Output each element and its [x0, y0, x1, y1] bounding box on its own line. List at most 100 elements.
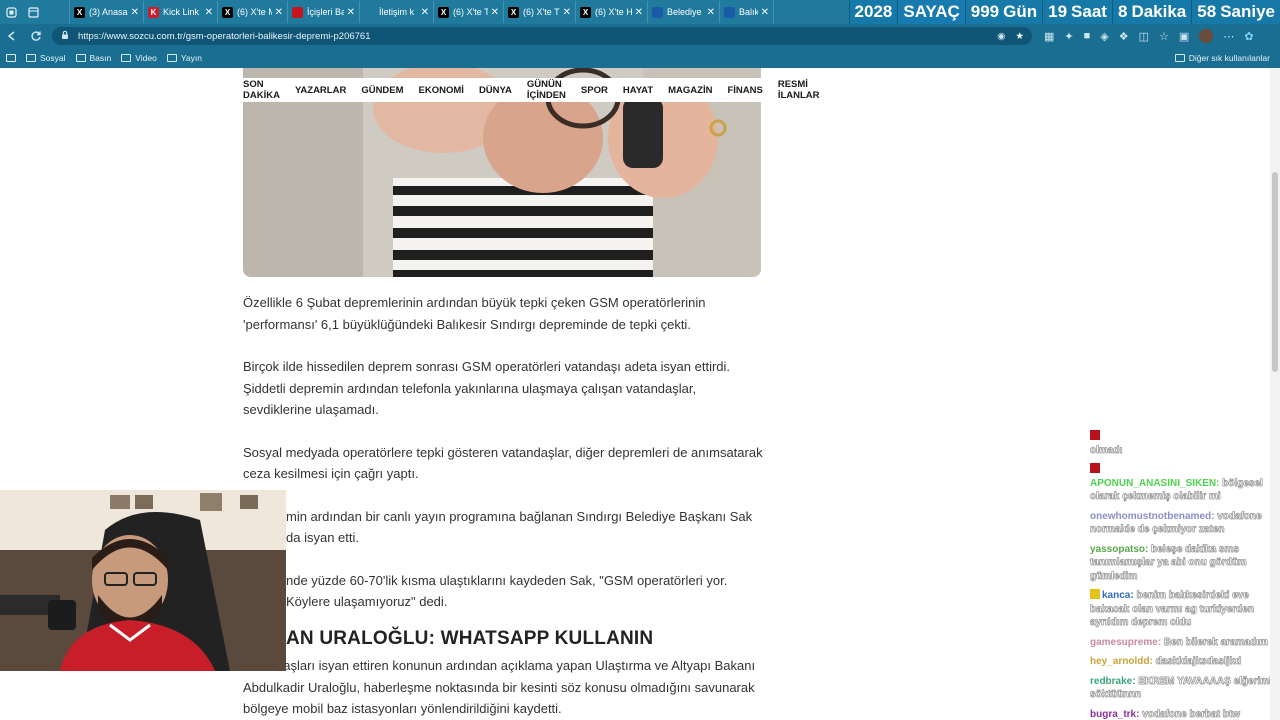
- browser-tab[interactable]: X (6) X'te T ✕: [434, 1, 504, 23]
- site-info-icon[interactable]: [60, 30, 70, 42]
- counter-days-value: 999: [970, 2, 1000, 21]
- nav-link[interactable]: SPOR: [581, 85, 608, 96]
- browser-tab[interactable]: X (6) X'te T ✕: [504, 1, 576, 23]
- tab-label: Balıkesir: [739, 7, 758, 17]
- counter-seconds-value: 58: [1197, 2, 1217, 21]
- workspaces-icon[interactable]: [0, 1, 22, 23]
- counter-seconds-label: Saniye: [1220, 2, 1275, 21]
- nav-link[interactable]: YAZARLAR: [295, 85, 346, 96]
- extensions-puzzle-icon[interactable]: ❖: [1119, 30, 1129, 43]
- site-navigation: SON DAKİKA YAZARLAR GÜNDEM EKONOMİ DÜNYA GÜNÜ…: [228, 78, 820, 102]
- bookmark-folder[interactable]: Sosyal: [26, 53, 66, 63]
- tab-strip: X(3) Anasa✕KKick Link✕X(6) X'te M✕İçişle…: [44, 1, 774, 23]
- page-scrollbar[interactable]: [1270, 68, 1280, 720]
- chat-message: onewhomustnotbenamed: vodafone normalde …: [1090, 510, 1274, 537]
- favorite-star-icon[interactable]: ★: [1015, 31, 1024, 42]
- counter-days-label: Gün: [1003, 2, 1038, 21]
- article-paragraph: Birçok ilde hissedilen deprem sonrası GS…: [243, 359, 731, 417]
- nav-link[interactable]: RESMİ İLANLAR: [778, 79, 820, 101]
- nav-link[interactable]: EKONOMİ: [419, 85, 464, 96]
- tab-close-icon[interactable]: ✕: [761, 7, 769, 18]
- nav-link[interactable]: GÜNÜN İÇİNDEN: [527, 79, 566, 101]
- refresh-icon[interactable]: [24, 24, 48, 48]
- copilot-icon[interactable]: ✿: [1244, 30, 1253, 43]
- nav-link[interactable]: HAYAT: [623, 85, 653, 96]
- extension-icon[interactable]: ✦: [1064, 30, 1073, 43]
- extensions-area: ▦ ✦ ■ ◈ ❖ ◫ ☆ ▣ ⋯ ✿: [1044, 29, 1254, 43]
- bookmark-folder[interactable]: Basın: [75, 53, 111, 63]
- chat-username[interactable]: onewhomustnotbenamed: [1090, 511, 1211, 522]
- subscriber-badge-icon: [1090, 463, 1100, 473]
- nav-link[interactable]: FİNANS: [727, 85, 762, 96]
- chat-username[interactable]: bugra_trk: [1090, 709, 1136, 720]
- tab-close-icon[interactable]: ✕: [347, 7, 355, 18]
- nav-link[interactable]: MAGAZİN: [668, 85, 712, 96]
- browser-tab[interactable]: K Kick Link ✕: [144, 1, 218, 23]
- extension-icon[interactable]: ◈: [1100, 30, 1108, 43]
- x-logo-icon: X: [222, 6, 233, 18]
- tab-close-icon[interactable]: ✕: [205, 7, 213, 18]
- tab-close-icon[interactable]: ✕: [275, 7, 283, 18]
- tab-close-icon[interactable]: ✕: [131, 7, 139, 18]
- browser-tab[interactable]: Balıkesir✕: [720, 1, 774, 23]
- news-icon: [652, 6, 663, 18]
- bookmarks-bar: Sosyal Basın Video Yayın Diğer sık kullanıl…: [0, 48, 1280, 68]
- tab-close-icon[interactable]: ✕: [421, 7, 429, 18]
- bookmark-folder[interactable]: Yayın: [166, 53, 202, 63]
- chat-text: vodafone berbat btw: [1142, 708, 1241, 720]
- bookmark-folder[interactable]: Video: [121, 53, 157, 63]
- pin-icon: [48, 6, 59, 18]
- tab-label: (6) X'te T: [523, 7, 560, 17]
- folder-icon: [1174, 54, 1185, 62]
- other-bookmarks[interactable]: Diğer sık kullanılanlar: [1174, 53, 1270, 63]
- browser-tab[interactable]: İçişleri Ba ✕: [288, 1, 360, 23]
- counter-minutes-label: Dakika: [1131, 2, 1187, 21]
- chat-username[interactable]: redbrake: [1090, 676, 1132, 687]
- bookmark-label: Yayın: [180, 53, 202, 63]
- profile-avatar[interactable]: [1199, 29, 1214, 43]
- tab-close-icon[interactable]: ✕: [491, 7, 499, 18]
- browser-tab[interactable]: X (6) X'te H ✕: [576, 1, 648, 23]
- browser-tab[interactable]: Belediye ✕: [648, 1, 720, 23]
- extension-icon[interactable]: ▦: [1044, 30, 1054, 43]
- tab-close-icon[interactable]: ✕: [707, 7, 715, 18]
- nav-link[interactable]: SON DAKİKA: [243, 79, 280, 101]
- counter-year: 2028: [848, 0, 898, 24]
- split-screen-icon[interactable]: ◫: [1139, 30, 1149, 43]
- page-icon: [364, 6, 375, 18]
- tab-close-icon[interactable]: ✕: [635, 7, 643, 18]
- screen: X(3) Anasa✕KKick Link✕X(6) X'te M✕İçişle…: [0, 0, 1280, 720]
- reader-view-icon[interactable]: ◉: [997, 31, 1005, 42]
- chat-text: Ben bilerek aramadım: [1163, 636, 1268, 648]
- article-paragraph: Sosyal medyada operatörlere tepki göster…: [243, 444, 763, 482]
- extension-icon[interactable]: ■: [1084, 30, 1091, 42]
- x-logo-icon: X: [580, 6, 591, 18]
- chat-message: APONUN_ANASINI_SIKEN: bölgesel olarak çe…: [1090, 463, 1274, 504]
- folder-icon: [121, 54, 132, 62]
- chat-username[interactable]: gamesupreme: [1090, 637, 1158, 648]
- scrollbar-thumb[interactable]: [1272, 172, 1278, 372]
- chat-message: hey_arnoldd: daskldajksdasljkd: [1090, 655, 1274, 669]
- browser-tab[interactable]: X (3) Anasa ✕: [70, 1, 144, 23]
- nav-link[interactable]: GÜNDEM: [361, 85, 403, 96]
- browser-tab[interactable]: İletişim k ✕: [360, 1, 434, 23]
- bookmarks-apps-icon[interactable]: [6, 54, 16, 62]
- nav-link[interactable]: DÜNYA: [479, 85, 512, 96]
- chat-message: kanca: benim balıkesirdeki eve bakacak o…: [1090, 589, 1274, 630]
- chat-username[interactable]: yassopatso: [1090, 544, 1145, 555]
- url-field[interactable]: https://www.sozcu.com.tr/gsm-operatorler…: [52, 27, 1032, 45]
- chat-username[interactable]: kanca: [1102, 590, 1130, 601]
- chat-username[interactable]: hey_arnoldd: [1090, 656, 1149, 667]
- counter-seconds: 58 Saniye: [1191, 0, 1280, 24]
- collections-icon[interactable]: ▣: [1179, 30, 1189, 43]
- back-icon[interactable]: [0, 24, 24, 48]
- chat-username[interactable]: APONUN_ANASINI_SIKEN: [1090, 478, 1216, 489]
- more-menu-icon[interactable]: ⋯: [1223, 30, 1234, 43]
- tab-actions-icon[interactable]: [22, 1, 44, 23]
- tab-label: (6) X'te T: [453, 7, 488, 17]
- browser-tab[interactable]: X (6) X'te M✕: [218, 1, 288, 23]
- browser-tab[interactable]: [44, 1, 70, 23]
- tab-label: (3) Anasa: [89, 7, 128, 17]
- tab-close-icon[interactable]: ✕: [563, 7, 571, 18]
- favorites-icon[interactable]: ☆: [1159, 30, 1169, 43]
